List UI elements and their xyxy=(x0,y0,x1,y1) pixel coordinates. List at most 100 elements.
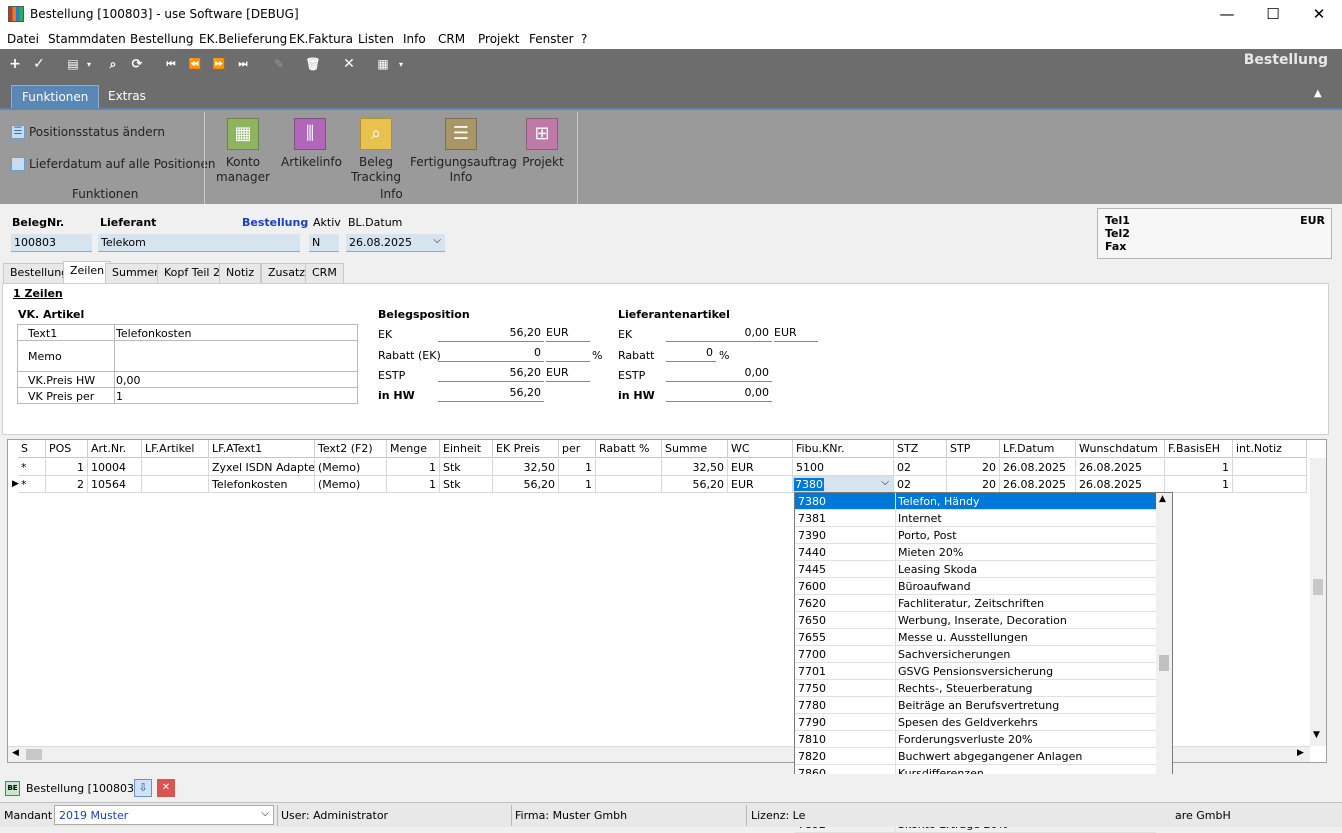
grid-cell[interactable]: 10564 xyxy=(88,476,142,493)
dropdown-option[interactable]: 7380 Telefon, Händy xyxy=(795,493,1156,510)
menu-ek-belieferung[interactable]: EK.Belieferung xyxy=(199,32,287,46)
lief-rabatt-field[interactable]: 0 xyxy=(666,346,716,362)
grid-cell[interactable]: Telefonkosten xyxy=(209,476,315,493)
grid-cell[interactable]: 2 xyxy=(46,476,88,493)
tab-funktionen[interactable]: Funktionen xyxy=(11,85,100,108)
beleg-tracking-button[interactable]: Beleg Tracking xyxy=(346,155,406,185)
grid-cell[interactable]: 1 xyxy=(1165,459,1233,476)
grid-cell[interactable] xyxy=(596,476,662,493)
grid-cell[interactable]: * xyxy=(18,459,46,476)
column-header[interactable]: Einheit xyxy=(440,440,493,458)
grid-cell[interactable]: 5100 xyxy=(793,459,894,476)
dropdown-option[interactable]: 7780 Beiträge an Berufsvertretung xyxy=(795,697,1156,714)
menu-projekt[interactable]: Projekt xyxy=(478,32,519,46)
grid-cell[interactable]: 20 xyxy=(947,459,1000,476)
lief-estp-field[interactable]: 0,00 xyxy=(666,366,772,382)
grid-cell[interactable]: 1 xyxy=(559,476,596,493)
grid-cell[interactable]: 26.08.2025 xyxy=(1076,476,1165,493)
dropdown-option[interactable]: 7790 Spesen des Geldverkehrs xyxy=(795,714,1156,731)
grid-cell[interactable]: 32,50 xyxy=(662,459,728,476)
dropdown-option[interactable]: 7620 Fachliteratur, Zeitschriften xyxy=(795,595,1156,612)
grid-cell[interactable]: 20 xyxy=(947,476,1000,493)
lief-ek-field[interactable]: 0,00 xyxy=(666,326,772,342)
scroll-thumb[interactable] xyxy=(1159,655,1169,671)
fertigungsauftrag-icon[interactable]: ☰ xyxy=(445,118,477,150)
menu-fenster[interactable]: Fenster xyxy=(529,32,574,46)
vertical-scrollbar[interactable]: ▼ xyxy=(1310,458,1326,746)
dropdown-option[interactable]: 7600 Büroaufwand xyxy=(795,578,1156,595)
chevron-down-icon[interactable]: ▾ xyxy=(396,56,406,73)
belegnr-field[interactable]: 100803 xyxy=(11,234,92,252)
scroll-up-icon[interactable]: ▲ xyxy=(1159,494,1166,504)
tab-crm[interactable]: CRM xyxy=(305,263,344,283)
dropdown-option[interactable]: 7701 GSVG Pensionsversicherung xyxy=(795,663,1156,680)
dropdown-option[interactable]: 7700 Sachversicherungen xyxy=(795,646,1156,663)
artikelinfo-button[interactable]: Artikelinfo xyxy=(281,155,342,170)
column-header[interactable]: int.Notiz xyxy=(1233,440,1307,458)
lief-inhw-field[interactable]: 0,00 xyxy=(666,386,772,402)
grid-cell[interactable]: 56,20 xyxy=(493,476,559,493)
grid-cell[interactable]: EUR xyxy=(728,476,793,493)
vk-preis-value[interactable]: 0,00 xyxy=(116,374,141,387)
chevron-down-icon[interactable]: ⌵ xyxy=(433,235,441,246)
grid-cell[interactable]: 1 xyxy=(1165,476,1233,493)
column-header[interactable]: S xyxy=(18,440,46,458)
vk-text1-value[interactable]: Telefonkosten xyxy=(116,327,192,340)
grid-cell[interactable]: 26.08.2025 xyxy=(1000,459,1076,476)
projekt-button[interactable]: Projekt xyxy=(513,155,573,170)
first-record-icon[interactable]: ⏮ xyxy=(162,56,180,73)
check-icon[interactable]: ✓ xyxy=(30,56,48,73)
column-header[interactable]: Fibu.KNr. xyxy=(793,440,894,458)
aktiv-field[interactable]: N xyxy=(309,234,339,252)
grid-cell[interactable]: 10004 xyxy=(88,459,142,476)
column-header[interactable]: LF.Datum xyxy=(1000,440,1076,458)
download-icon[interactable]: ⇩ xyxy=(134,779,152,797)
konto-manager-button[interactable]: Konto manager xyxy=(213,155,273,185)
menu-bestellung[interactable]: Bestellung xyxy=(130,32,193,46)
konto-manager-icon[interactable]: ▦ xyxy=(227,118,259,150)
menu-info[interactable]: Info xyxy=(403,32,426,46)
grid-cell[interactable]: (Memo) xyxy=(315,476,387,493)
scroll-right-icon[interactable]: ▶ xyxy=(1297,748,1304,758)
close-tab-icon[interactable]: ✕ xyxy=(157,779,175,797)
dropdown-option[interactable]: 7650 Werbung, Inserate, Decoration xyxy=(795,612,1156,629)
grid-cell[interactable]: Zyxel ISDN Adapter xyxy=(209,459,315,476)
maximize-button[interactable]: ☐ xyxy=(1250,0,1296,29)
last-record-icon[interactable]: ⏭ xyxy=(234,56,252,73)
grid-cell[interactable]: 26.08.2025 xyxy=(1000,476,1076,493)
grid-cell[interactable]: 1 xyxy=(387,476,440,493)
chevron-down-icon[interactable]: ⌵ xyxy=(881,477,889,488)
tab-zeilen[interactable]: Zeilen xyxy=(63,261,112,283)
dropdown-option[interactable]: 7390 Porto, Post xyxy=(795,527,1156,544)
search-icon[interactable]: ⌕ xyxy=(104,56,122,73)
dropdown-option[interactable]: 7381 Internet xyxy=(795,510,1156,527)
close-button[interactable]: ✕ xyxy=(1296,0,1342,29)
scroll-thumb[interactable] xyxy=(1313,579,1323,595)
grid-cell[interactable]: Stk xyxy=(440,476,493,493)
column-header[interactable]: Rabatt % xyxy=(596,440,662,458)
positionsstatus-button[interactable]: Positionsstatus ändern xyxy=(29,125,165,139)
refresh-icon[interactable]: ⟳ xyxy=(128,56,146,73)
dropdown-option[interactable]: 7445 Leasing Skoda xyxy=(795,561,1156,578)
grid-cell[interactable] xyxy=(142,459,209,476)
estp-field[interactable]: 56,20 xyxy=(438,366,544,382)
dropdown-option[interactable]: 7810 Forderungsverluste 20% xyxy=(795,731,1156,748)
lieferdatum-button[interactable]: Lieferdatum auf alle Positionen xyxy=(29,157,215,171)
menu-listen[interactable]: Listen xyxy=(358,32,394,46)
dropdown-option[interactable]: 7440 Mieten 20% xyxy=(795,544,1156,561)
ek-field[interactable]: 56,20 xyxy=(438,326,544,342)
mandant-select[interactable]: 2019 Muster ⌵ xyxy=(54,805,274,825)
dropdown-option[interactable]: 7820 Buchwert abgegangener Anlagen xyxy=(795,748,1156,765)
beleg-tracking-icon[interactable]: ⌕ xyxy=(360,118,392,150)
grid-cell[interactable]: * xyxy=(18,476,46,493)
chevron-down-icon[interactable]: ▾ xyxy=(84,56,94,73)
lief-ek-currency[interactable]: EUR xyxy=(774,326,818,342)
lieferant-field[interactable]: Telekom xyxy=(98,234,300,252)
grid-cell[interactable] xyxy=(1233,459,1307,476)
previous-record-icon[interactable]: ⏪ xyxy=(186,56,204,73)
tab-notiz[interactable]: Notiz xyxy=(219,263,262,283)
grid-cell[interactable]: 02 xyxy=(894,476,947,493)
grid-cell[interactable]: 1 xyxy=(387,459,440,476)
grid-cell[interactable]: 7380 ⌵ xyxy=(793,476,894,493)
column-header[interactable]: Wunschdatum xyxy=(1076,440,1165,458)
